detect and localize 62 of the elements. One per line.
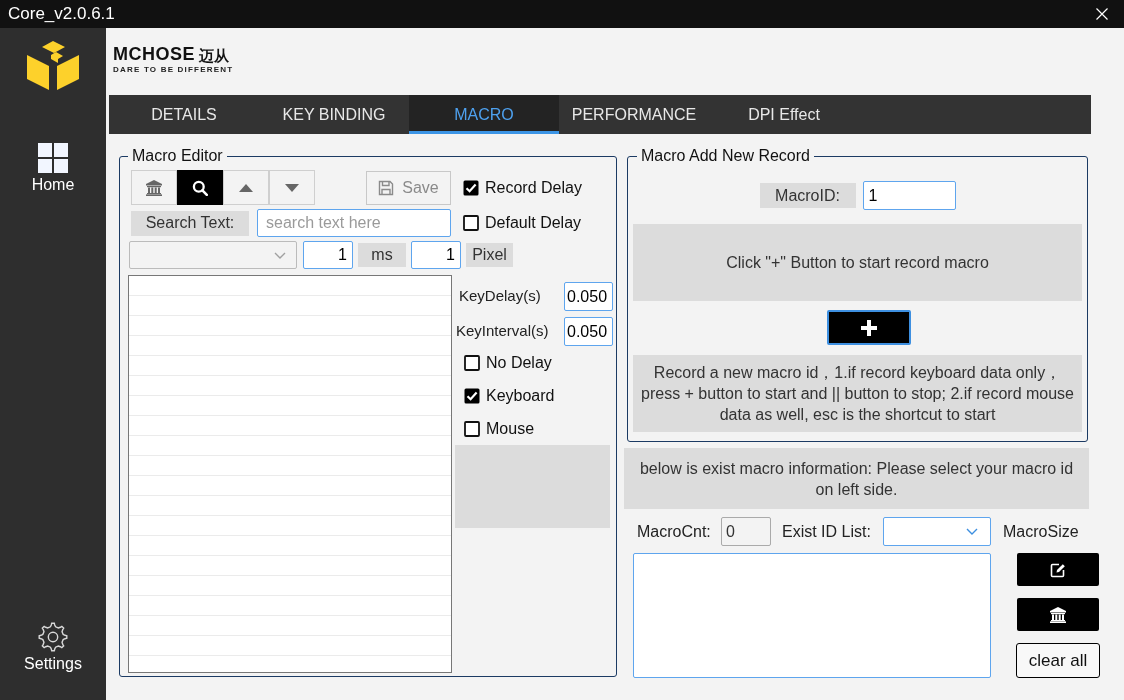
chevron-down-icon [966, 528, 978, 535]
chevron-down-icon [274, 251, 286, 259]
tab[interactable]: DPI Effect [709, 95, 859, 134]
tab[interactable]: DETAILS [109, 95, 259, 134]
checkbox[interactable] [463, 179, 479, 196]
checkbox-label: Mouse [486, 418, 535, 439]
clear-all-button[interactable]: clear all [1016, 643, 1100, 678]
field-label: KeyDelay(s) [458, 286, 542, 307]
logo-icon [27, 39, 79, 91]
edit-icon [1050, 561, 1066, 578]
info-text: below is exist macro information: Please select your macro id on left side. [624, 448, 1089, 509]
field-label: MacroCnt: [637, 521, 712, 542]
checkbox[interactable] [464, 387, 480, 404]
search-field[interactable]: search text here [257, 209, 451, 237]
search-icon [192, 179, 208, 196]
macro-id-field[interactable]: 1 [862, 181, 956, 210]
unit-label: Pixel [466, 243, 513, 267]
key-interval-field[interactable]: 0.050 [564, 317, 613, 346]
field-label: MacroSize [1003, 521, 1079, 542]
down-triangle-icon [285, 183, 299, 192]
checkbox-label: Default Delay [485, 213, 582, 233]
checkbox-label: No Delay [486, 352, 552, 373]
nav-item[interactable]: Settings [8, 622, 98, 674]
checkbox[interactable] [464, 354, 480, 371]
search-label: Search Text: [131, 210, 249, 236]
brand-tagline: DARE TO BE DIFFERENT [113, 65, 234, 74]
toolbar-button[interactable] [177, 170, 223, 205]
unit-label: ms [358, 243, 406, 267]
panel-title: Macro Editor [131, 146, 224, 166]
bank-icon [146, 179, 162, 196]
instructions-text: Record a new macro id，1.if record keyboard data only，press + button to start and || button to stop; 2.if record mouse data as well, esc is the shortcut to start [633, 355, 1082, 432]
plus-icon [860, 319, 877, 336]
grid-icon [38, 143, 68, 173]
tab[interactable]: PERFORMANCE [559, 95, 709, 134]
icon-button[interactable] [1017, 553, 1099, 586]
up-triangle-icon [239, 183, 253, 192]
checkbox[interactable] [463, 215, 479, 231]
add-button[interactable] [826, 310, 911, 345]
nav-item[interactable]: Home [8, 143, 98, 195]
tab[interactable]: KEY BINDING [259, 95, 409, 134]
macro-id-label: MacroID: [759, 183, 856, 208]
panel-title: Macro Add New Record [640, 146, 811, 166]
macro-count-field[interactable]: 0 [721, 517, 771, 546]
brand-name: MCHOSE [113, 45, 195, 63]
hint-text: Click "+" Button to start record macro [633, 224, 1082, 301]
close-icon [1096, 8, 1108, 20]
key-delay-field[interactable]: 0.050 [564, 282, 613, 311]
tab[interactable]: MACRO [409, 95, 559, 134]
window-title: Core_v2.0.6.1 [7, 3, 115, 25]
id-list-dropdown[interactable] [883, 517, 991, 546]
checkbox-label: Record Delay [485, 177, 582, 198]
macro-text-area[interactable] [633, 553, 991, 678]
checkbox[interactable] [464, 420, 480, 437]
bank-icon [1050, 606, 1066, 623]
delay-field[interactable]: 1 [303, 241, 353, 269]
pixel-field[interactable]: 1 [411, 241, 461, 269]
checkbox-label: Keyboard [486, 385, 555, 406]
field-label: KeyInterval(s) [455, 321, 550, 342]
gear-icon [38, 622, 68, 652]
field-label: Exist ID List: [782, 521, 872, 542]
brand-name-chinese: 迈从 [199, 48, 229, 63]
icon-button[interactable] [1017, 598, 1099, 631]
